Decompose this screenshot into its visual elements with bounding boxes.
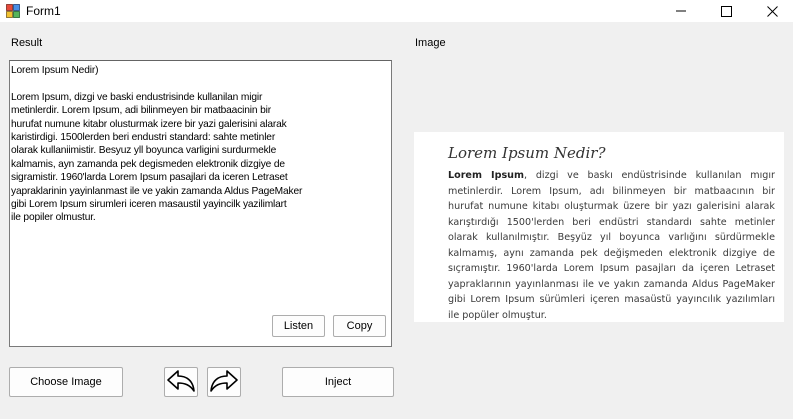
result-label: Result bbox=[11, 37, 43, 49]
close-button[interactable] bbox=[750, 0, 793, 22]
choose-image-button[interactable]: Choose Image bbox=[9, 367, 123, 397]
inject-button[interactable]: Inject bbox=[282, 367, 394, 397]
maximize-icon bbox=[721, 5, 732, 17]
form-app-icon bbox=[6, 4, 20, 18]
title-bar: Form1 bbox=[0, 0, 793, 22]
undo-button[interactable] bbox=[164, 367, 198, 397]
maximize-button[interactable] bbox=[704, 0, 749, 22]
result-textbox[interactable]: Lorem Ipsum Nedir) Lorem Ipsum, dizgi ve… bbox=[9, 60, 392, 347]
minimize-icon bbox=[675, 10, 686, 12]
preview-text: , dizgi ve baskı endüstrisinde kullanıla… bbox=[448, 170, 775, 321]
preview-lead: Lorem Ipsum bbox=[448, 170, 524, 181]
image-preview: Lorem Ipsum Nedir? Lorem Ipsum, dizgi ve… bbox=[414, 132, 784, 322]
preview-body: Lorem Ipsum, dizgi ve baskı endüstrisind… bbox=[448, 168, 775, 323]
minimize-button[interactable] bbox=[658, 0, 703, 22]
image-label: Image bbox=[415, 37, 446, 49]
redo-arrow-icon bbox=[210, 370, 238, 392]
result-text[interactable]: Lorem Ipsum Nedir) Lorem Ipsum, dizgi ve… bbox=[11, 64, 311, 225]
window-title: Form1 bbox=[26, 4, 61, 18]
redo-button[interactable] bbox=[207, 367, 241, 397]
listen-button[interactable]: Listen bbox=[272, 315, 325, 337]
close-icon bbox=[767, 5, 778, 17]
preview-title: Lorem Ipsum Nedir? bbox=[448, 144, 606, 162]
undo-arrow-icon bbox=[167, 370, 195, 392]
copy-button[interactable]: Copy bbox=[333, 315, 386, 337]
